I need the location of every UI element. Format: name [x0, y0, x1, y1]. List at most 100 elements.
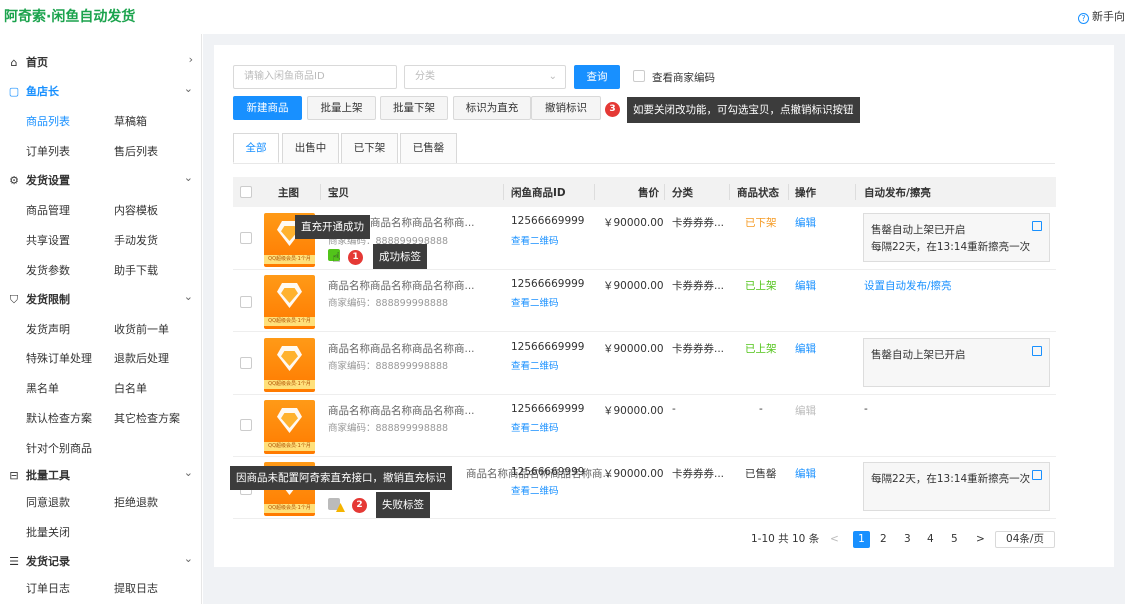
product-thumbnail: QQ超级会员·1个月 — [264, 338, 315, 392]
edit-link[interactable]: 编辑 — [795, 215, 816, 230]
edit-link[interactable]: 编辑 — [795, 278, 816, 293]
auto-publish-box: 售罄自动上架已开启 — [863, 338, 1050, 387]
view-qr-link[interactable]: 查看二维码 — [511, 233, 559, 247]
sidebar-item-helper-download[interactable]: 助手下载 — [114, 262, 158, 278]
sidebar-item-after-refund[interactable]: 退款后处理 — [114, 350, 169, 366]
query-button[interactable]: 查询 — [574, 65, 620, 89]
unmark-button[interactable]: 撤销标识 — [531, 96, 601, 120]
chevron-down-icon: ⌄ — [183, 552, 193, 565]
sidebar-item-content-template[interactable]: 内容模板 — [114, 202, 158, 218]
mark-direct-button[interactable]: 标识为直充 — [453, 96, 531, 120]
sidebar-item-product-manage[interactable]: 商品管理 — [26, 202, 70, 218]
sidebar-group-batch-tools[interactable]: ⊟ 批量工具 ⌄ — [8, 466, 193, 483]
view-qr-link[interactable]: 查看二维码 — [511, 483, 559, 497]
cursor-hand-icon: ☝ — [332, 250, 341, 266]
edit-icon[interactable] — [1032, 470, 1042, 480]
merchant-code: 商家编码：888899998888 — [328, 298, 449, 309]
sidebar-item-extract-log[interactable]: 提取日志 — [114, 580, 158, 596]
sidebar-group-shop[interactable]: ▢ 鱼店长 ⌄ — [8, 82, 193, 99]
tab-all[interactable]: 全部 — [233, 133, 279, 163]
column-divider — [788, 184, 789, 200]
status-badge: 已售罄 — [745, 468, 777, 480]
tab-on-sale[interactable]: 出售中 — [282, 133, 339, 163]
col-price: 售价 — [638, 187, 659, 199]
row-checkbox[interactable] — [240, 296, 252, 308]
view-qr-link[interactable]: 查看二维码 — [511, 420, 559, 434]
sidebar-item-whitelist[interactable]: 白名单 — [114, 380, 147, 396]
row-checkbox[interactable] — [240, 357, 252, 369]
product-id-input[interactable]: 请输入闲鱼商品ID — [233, 65, 397, 89]
sidebar-item-aftersale[interactable]: 售后列表 — [114, 143, 158, 159]
show-code-checkbox[interactable] — [633, 70, 645, 82]
sidebar-item-before-receipt[interactable]: 收货前一单 — [114, 321, 169, 337]
column-divider — [729, 184, 730, 200]
page-4[interactable]: 4 — [927, 531, 934, 548]
col-image: 主图 — [278, 187, 299, 199]
auto-polish-text: 每隔22天，在13:14重新擦亮一次 — [871, 473, 1031, 485]
help-link[interactable]: ? 新手向 — [1078, 8, 1125, 24]
product-price: ￥90000.00 — [603, 280, 664, 292]
product-category: - — [672, 403, 676, 415]
batch-off-button[interactable]: 批量下架 — [380, 96, 448, 120]
sidebar-item-specific-product[interactable]: 针对个别商品 — [26, 440, 92, 456]
select-all-checkbox[interactable] — [240, 186, 252, 198]
edit-icon[interactable] — [1032, 346, 1042, 356]
bag-icon: ▢ — [8, 85, 20, 98]
sidebar-item-share-settings[interactable]: 共享设置 — [26, 232, 70, 248]
sidebar-item-special-orders[interactable]: 特殊订单处理 — [26, 350, 92, 366]
row-checkbox[interactable] — [240, 419, 252, 431]
next-page-button[interactable]: > — [976, 531, 985, 548]
app-title: 阿奇索·闲鱼自动发货 — [4, 9, 136, 25]
row-checkbox[interactable] — [240, 232, 252, 244]
prev-page-button[interactable]: < — [830, 531, 839, 548]
view-qr-link[interactable]: 查看二维码 — [511, 358, 559, 372]
view-qr-link[interactable]: 查看二维码 — [511, 295, 559, 309]
page-size-select[interactable]: 04条/页 — [995, 531, 1055, 548]
page-5[interactable]: 5 — [951, 531, 958, 548]
toolbox-icon: ⊟ — [9, 469, 19, 482]
sidebar-item-manual-delivery[interactable]: 手动发货 — [114, 232, 158, 248]
col-id: 闲鱼商品ID — [511, 187, 566, 199]
status-badge: 已下架 — [745, 217, 777, 229]
sidebar-group-delivery-limit[interactable]: ⛉ 发货限制 ⌄ — [8, 290, 193, 307]
sidebar-item-other-check[interactable]: 其它检查方案 — [114, 410, 180, 426]
set-auto-publish-link[interactable]: 设置自动发布/擦亮 — [864, 278, 952, 293]
sidebar-item-product-list[interactable]: 商品列表 — [26, 113, 70, 129]
edit-link[interactable]: 编辑 — [795, 466, 816, 481]
row-divider — [233, 269, 1056, 270]
tab-off-shelf[interactable]: 已下架 — [341, 133, 398, 163]
log-icon: ☰ — [9, 555, 19, 568]
house-icon: ⌂ — [10, 56, 18, 69]
tab-sold-out[interactable]: 已售罄 — [400, 133, 457, 163]
batch-on-button[interactable]: 批量上架 — [307, 96, 376, 120]
sidebar-item-order-log[interactable]: 订单日志 — [26, 580, 70, 596]
sidebar-item-home[interactable]: ⌂ 首页 › — [8, 53, 194, 70]
sidebar-item-statement[interactable]: 发货声明 — [26, 321, 70, 337]
edit-icon[interactable] — [1032, 221, 1042, 231]
chevron-down-icon: ⌄ — [183, 82, 193, 95]
auto-publish-box: 每隔22天，在13:14重新擦亮一次 — [863, 462, 1050, 511]
sidebar-item-drafts[interactable]: 草稿箱 — [114, 113, 147, 129]
chevron-right-icon: › — [188, 53, 193, 66]
page-2[interactable]: 2 — [880, 531, 887, 548]
page-3[interactable]: 3 — [904, 531, 911, 548]
auto-publish-text: 售罄自动上架已开启 — [871, 224, 966, 236]
sidebar-group-delivery-log[interactable]: ☰ 发货记录 ⌄ — [8, 552, 193, 569]
sidebar-item-blacklist[interactable]: 黑名单 — [26, 380, 59, 396]
sidebar-group-delivery-settings[interactable]: ⚙ 发货设置 ⌄ — [8, 171, 193, 188]
sidebar-item-orders[interactable]: 订单列表 — [26, 143, 70, 159]
row-divider — [233, 394, 1056, 395]
edit-link[interactable]: 编辑 — [795, 341, 816, 356]
chevron-down-icon: ⌄ — [183, 466, 193, 479]
sidebar-item-batch-close[interactable]: 批量关闭 — [26, 524, 70, 540]
page-1[interactable]: 1 — [853, 531, 870, 548]
product-thumbnail: QQ超级会员·1个月 — [264, 275, 315, 329]
product-name: 商品名称商品名称商品名称商... — [328, 343, 475, 355]
sidebar-item-default-check[interactable]: 默认检查方案 — [26, 410, 92, 426]
sidebar-item-agree-refund[interactable]: 同意退款 — [26, 494, 70, 510]
auto-polish-text: 每隔22天，在13:14重新擦亮一次 — [871, 241, 1031, 253]
sidebar-item-delivery-params[interactable]: 发货参数 — [26, 262, 70, 278]
sidebar-item-reject-refund[interactable]: 拒绝退款 — [114, 494, 158, 510]
category-select[interactable]: 分类 ⌄ — [404, 65, 566, 89]
new-product-button[interactable]: 新建商品 — [233, 96, 302, 120]
